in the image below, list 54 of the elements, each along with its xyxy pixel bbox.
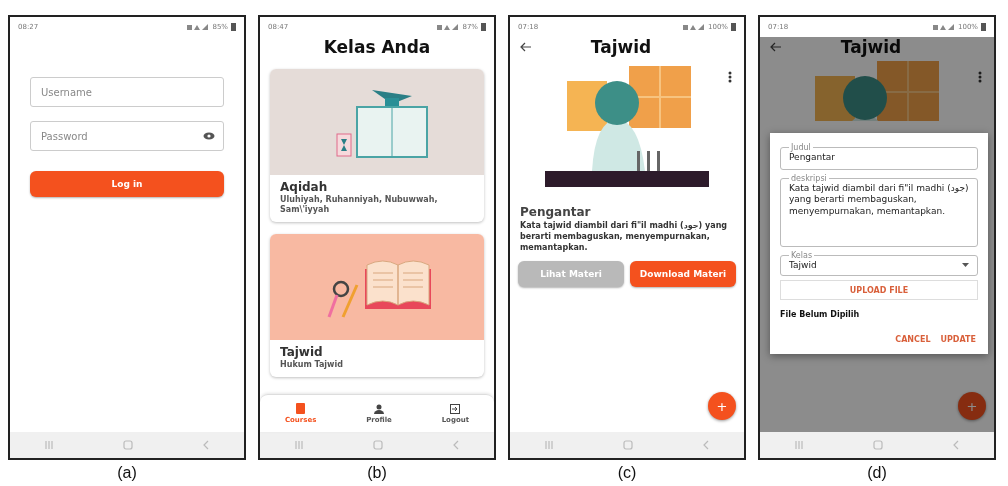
page-title: Tajwid	[839, 37, 903, 57]
eye-icon[interactable]	[203, 132, 215, 140]
dialog-action[interactable]: CANCEL	[893, 333, 933, 347]
home-icon[interactable]	[623, 440, 633, 450]
battery-icon	[981, 23, 986, 31]
course-subtitle: Uluhiyah, Ruhanniyah, Nubuwwah, Sam\'iyyah	[280, 195, 439, 215]
logout-icon	[450, 403, 461, 414]
username-field[interactable]: Username	[30, 77, 224, 107]
person-icon	[374, 403, 384, 414]
more-options-icon[interactable]	[978, 71, 982, 83]
figure-caption: (b)	[367, 464, 387, 482]
more-options-icon[interactable]	[728, 71, 732, 83]
recent-apps-icon[interactable]	[44, 441, 55, 449]
figure-caption: (a)	[117, 464, 137, 482]
title-input[interactable]: Pengantar	[789, 152, 969, 164]
status-icons	[683, 23, 705, 31]
material-description: Kata tajwid diambil dari fi"il madhi (جود) yang berarti membaguskan, menyempurnakan, memantapkan.	[519, 220, 729, 254]
back-icon[interactable]	[451, 440, 460, 450]
battery-icon	[481, 23, 486, 31]
page-title: Kelas Anda	[322, 37, 432, 59]
back-arrow-icon[interactable]	[770, 42, 782, 52]
home-icon[interactable]	[873, 440, 883, 450]
course-card[interactable]: Aqidah Uluhiyah, Ruhanniyah, Nubuwwah, Sam\'iyyah	[270, 69, 484, 222]
course-title: Aqidah	[280, 180, 329, 194]
back-icon[interactable]	[201, 440, 210, 450]
page-title: Tajwid	[589, 37, 653, 57]
course-title: Tajwid	[280, 345, 324, 359]
course-subtitle: Hukum Tajwid	[280, 360, 344, 370]
title-field[interactable]: Judul Pengantar	[780, 143, 978, 170]
dialog-action[interactable]: UPDATE	[938, 333, 978, 347]
battery-icon	[731, 23, 736, 31]
status-icons	[933, 23, 955, 31]
recent-apps-icon[interactable]	[294, 441, 305, 449]
material-heading: Pengantar	[519, 204, 592, 219]
password-field[interactable]: Password	[30, 121, 224, 151]
figure-caption: (c)	[617, 464, 637, 482]
status-icons	[187, 23, 210, 31]
back-arrow-icon[interactable]	[520, 42, 532, 52]
course-card[interactable]: Tajwid Hukum Tajwid	[270, 234, 484, 377]
home-icon[interactable]	[123, 440, 133, 450]
home-icon[interactable]	[373, 440, 383, 450]
upload-file-button[interactable]: UPLOAD FILE	[780, 280, 978, 301]
figure-caption: (d)	[867, 464, 887, 482]
back-icon[interactable]	[951, 440, 960, 450]
description-input[interactable]: Kata tajwid diambil dari fi"il madhi (جود) yang berarti membaguskan, menyempurnakan, memantapkan.	[789, 182, 969, 242]
file-status: File Belum Dipilih	[780, 309, 861, 322]
recent-apps-icon[interactable]	[544, 441, 555, 449]
back-icon[interactable]	[701, 440, 710, 450]
battery-icon	[231, 23, 236, 31]
caret-icon	[962, 263, 969, 268]
book-icon	[296, 403, 306, 414]
status-icons	[437, 23, 460, 31]
recent-apps-icon[interactable]	[794, 441, 805, 449]
class-select[interactable]: Kelas Tajwid	[780, 251, 978, 277]
